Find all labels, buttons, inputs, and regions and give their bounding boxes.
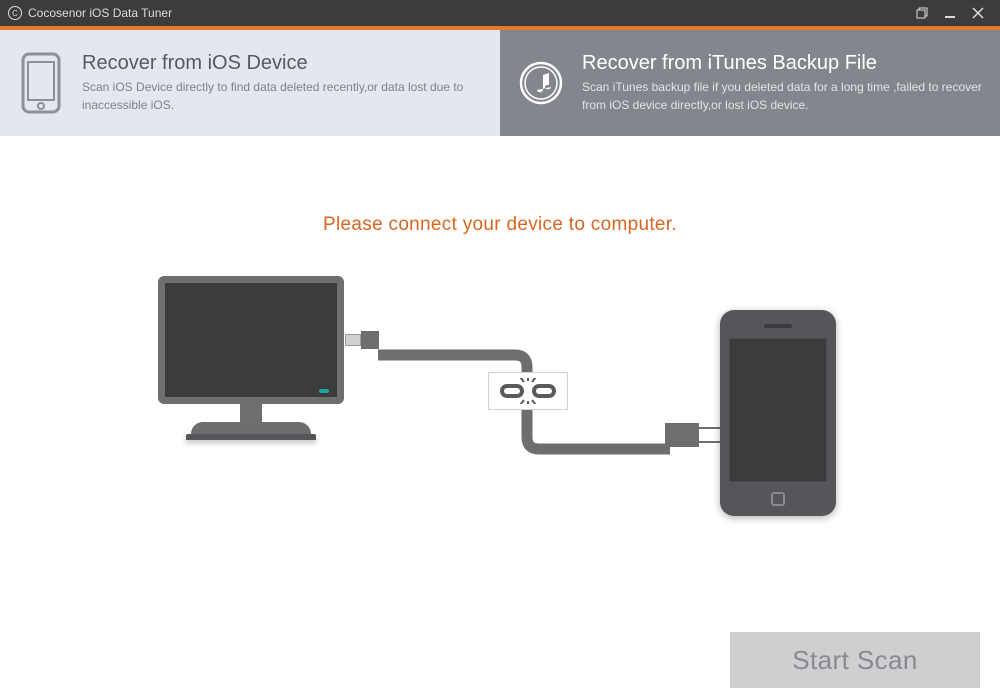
cable-icon bbox=[340, 332, 740, 512]
dock-connector-icon bbox=[665, 423, 725, 447]
phone-icon bbox=[18, 52, 64, 114]
tab-recover-ios-device[interactable]: Recover from iOS Device Scan iOS Device … bbox=[0, 30, 500, 136]
window-close-button[interactable] bbox=[964, 0, 992, 26]
music-note-icon bbox=[518, 61, 564, 105]
tab-text: Recover from iTunes Backup File Scan iTu… bbox=[582, 52, 982, 114]
tab-text: Recover from iOS Device Scan iOS Device … bbox=[82, 52, 482, 114]
tab-title: Recover from iTunes Backup File bbox=[582, 52, 982, 75]
tab-desc: Scan iTunes backup file if you deleted d… bbox=[582, 79, 982, 114]
usb-connector-icon bbox=[345, 331, 379, 349]
tab-title: Recover from iOS Device bbox=[82, 52, 482, 75]
window-minimize-button[interactable] bbox=[936, 0, 964, 26]
window-restore-button[interactable] bbox=[908, 0, 936, 26]
start-scan-button: Start Scan bbox=[730, 632, 980, 688]
connect-prompt: Please connect your device to computer. bbox=[0, 136, 1000, 236]
broken-link-icon bbox=[488, 372, 568, 410]
tab-recover-itunes-backup[interactable]: Recover from iTunes Backup File Scan iTu… bbox=[500, 30, 1000, 136]
app-logo-icon: C bbox=[8, 6, 22, 20]
window-controls bbox=[908, 0, 992, 26]
tab-desc: Scan iOS Device directly to find data de… bbox=[82, 79, 482, 114]
main-panel: Please connect your device to computer. bbox=[0, 136, 1000, 700]
titlebar-left: C Cocosenor iOS Data Tuner bbox=[8, 6, 172, 20]
monitor-icon bbox=[158, 276, 344, 440]
phone-device-icon bbox=[720, 310, 836, 516]
titlebar: C Cocosenor iOS Data Tuner bbox=[0, 0, 1000, 26]
app-title: Cocosenor iOS Data Tuner bbox=[28, 6, 172, 20]
mode-tabs: Recover from iOS Device Scan iOS Device … bbox=[0, 30, 1000, 136]
connect-illustration bbox=[0, 276, 1000, 576]
